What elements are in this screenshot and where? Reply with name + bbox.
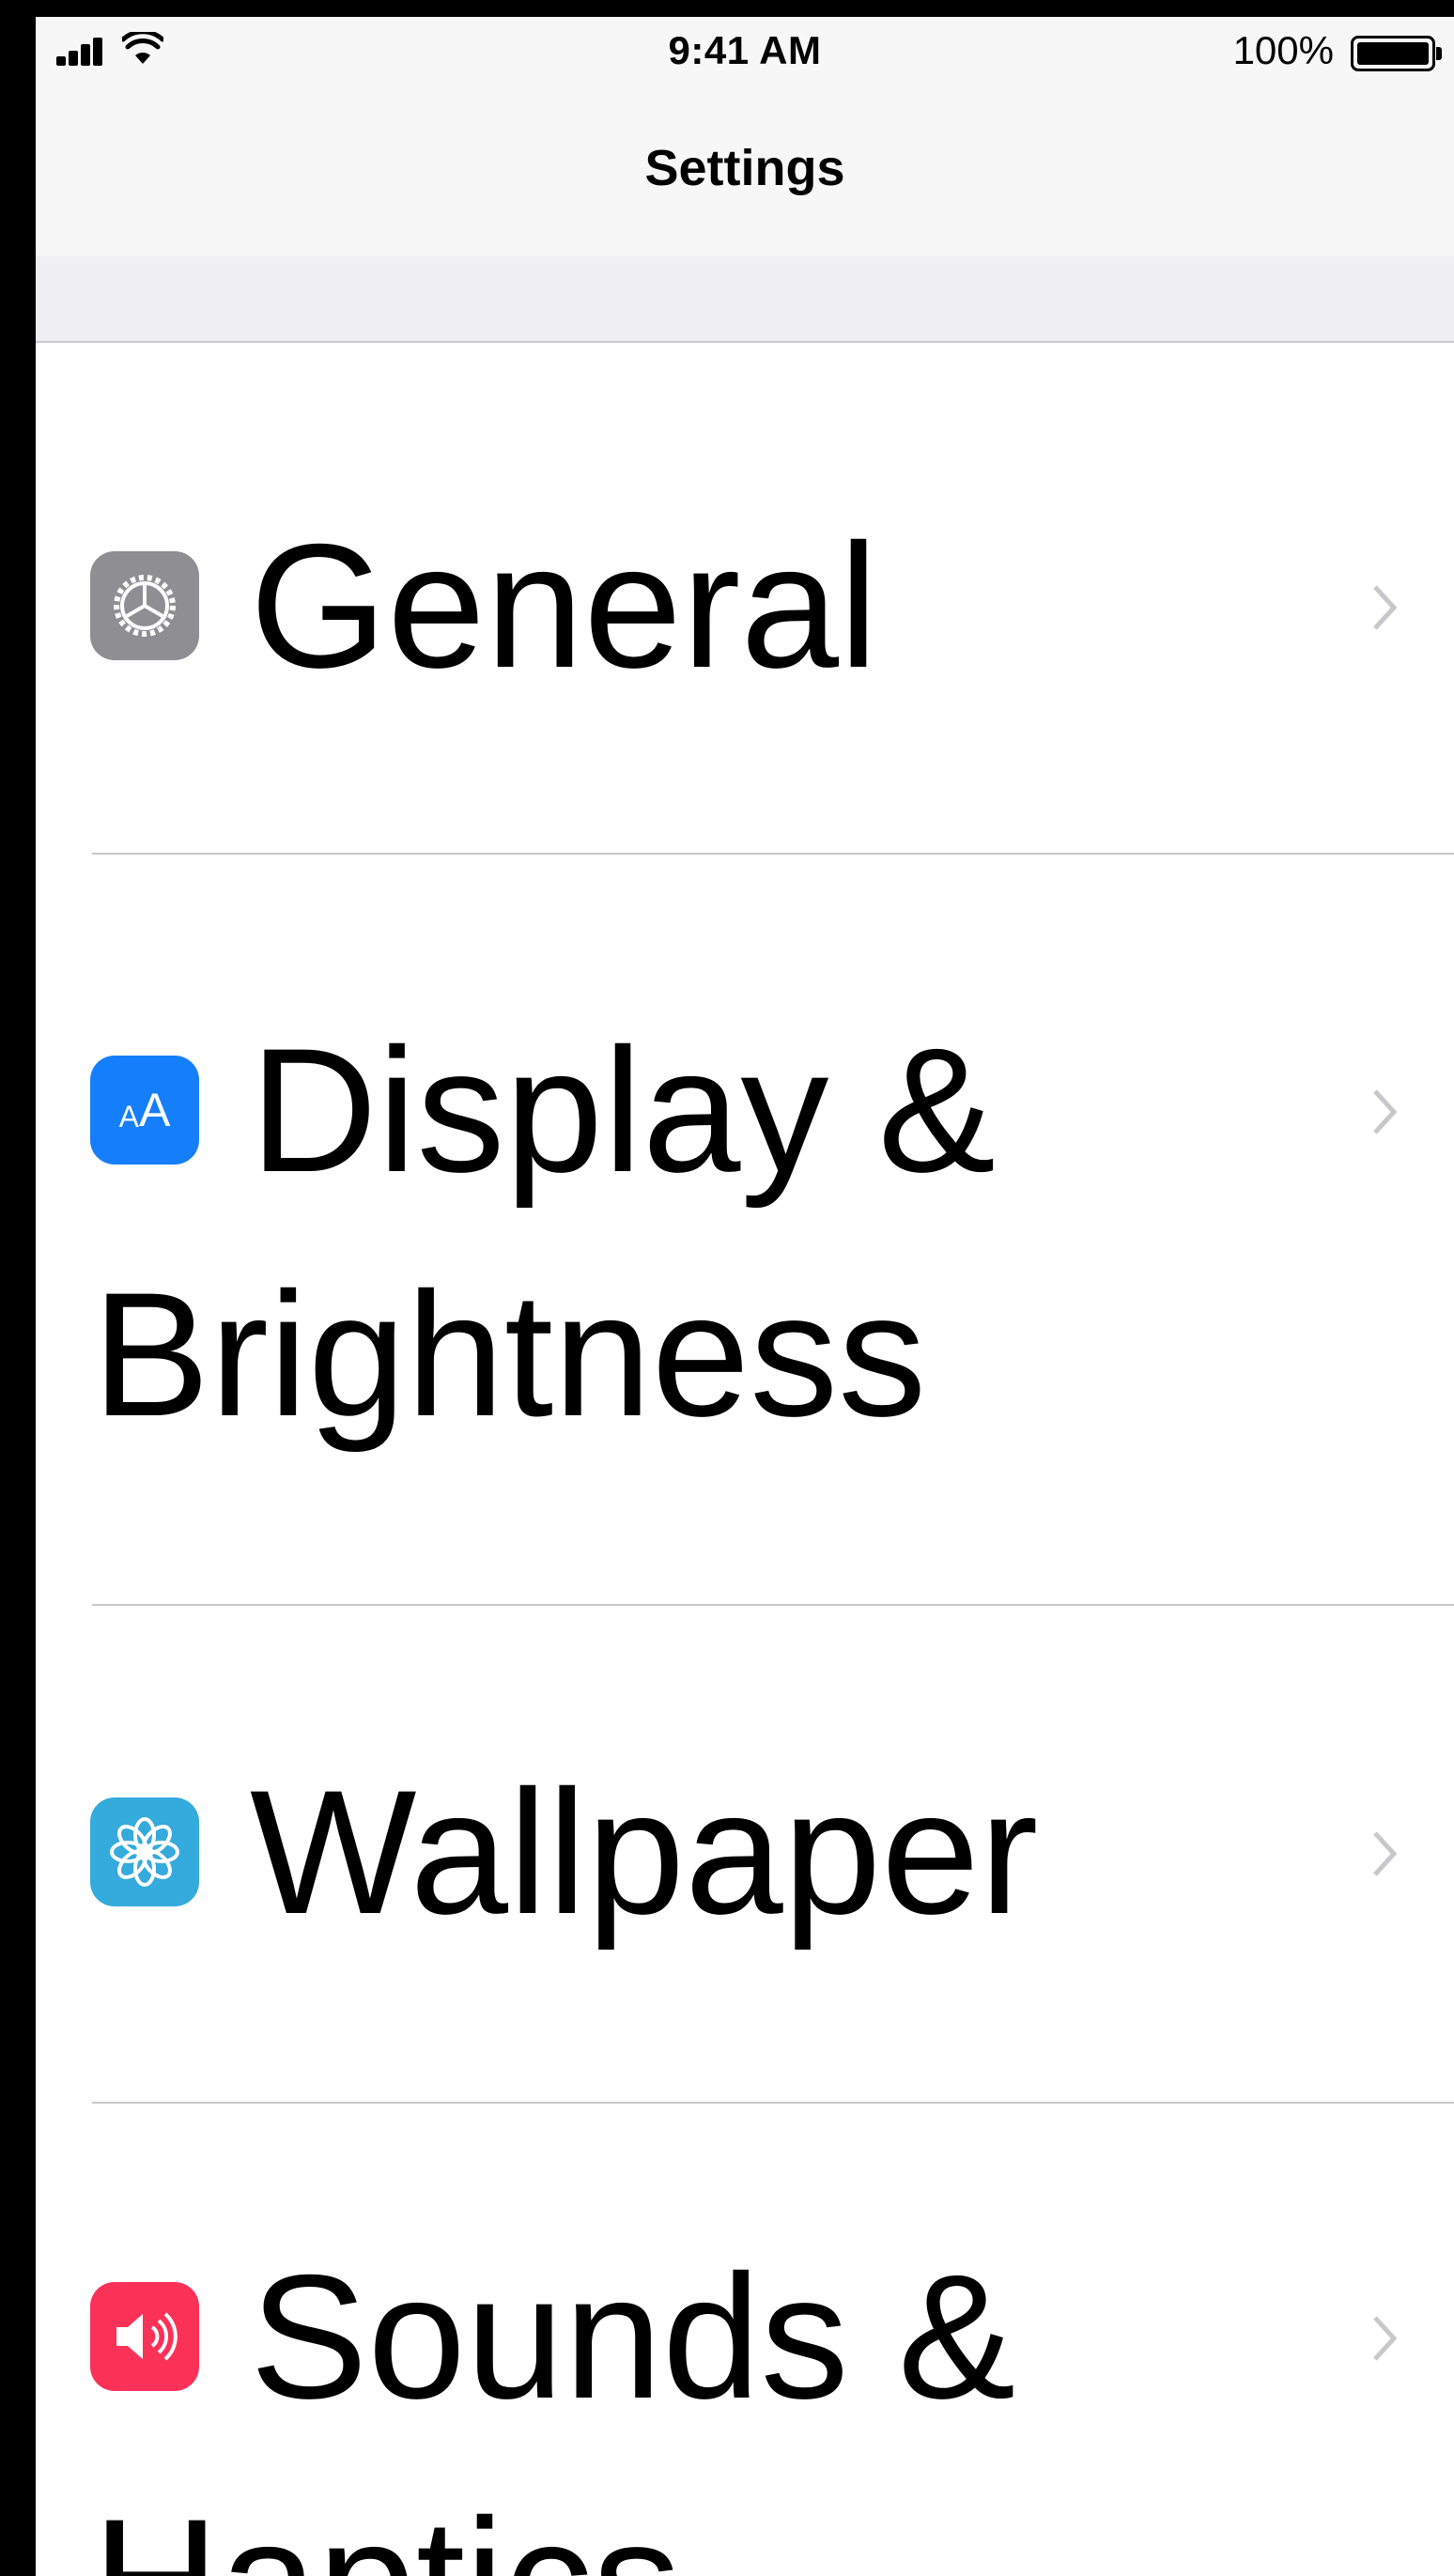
navigation-header: 9:41 AM 100% Settings [36,17,1454,262]
chevron-right-icon [1373,1089,1398,1134]
settings-row-wallpaper[interactable]: Wallpaper [36,1606,1454,2104]
battery-percentage: 100% [1232,28,1334,72]
chevron-right-icon [1373,2316,1398,2361]
battery-icon [1351,36,1442,71]
settings-row-label: Display & Brightness [92,1011,1045,1453]
settings-row-sounds-haptics[interactable]: Sounds & Haptics [36,2104,1454,2576]
chevron-right-icon [1373,1831,1398,1876]
settings-row-label: Sounds & Haptics [92,2238,1016,2576]
settings-row-label: Wallpaper [250,1753,1039,1951]
status-bar: 9:41 AM 100% [36,17,1454,85]
chevron-right-icon [1373,585,1398,630]
settings-row-label: General [250,507,878,704]
page-title: Settings [644,140,845,196]
section-spacer [36,256,1454,343]
device-screen: 9:41 AM 100% Settings General A A Displa… [36,17,1454,2576]
settings-row-general[interactable]: General [36,343,1454,855]
settings-row-display-brightness[interactable]: AA Display & Brightness [36,855,1454,1606]
